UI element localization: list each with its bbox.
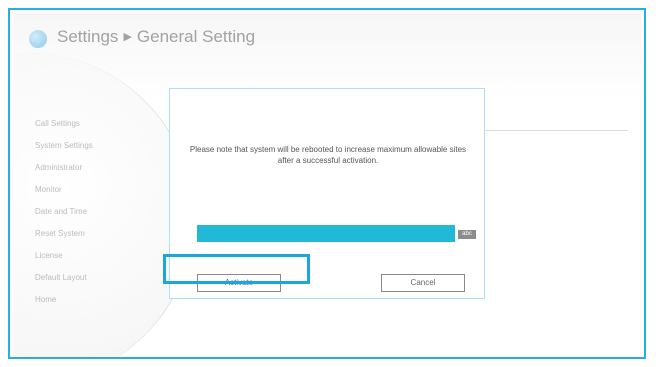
page-title: Settings ▶ General Setting — [57, 27, 255, 47]
breadcrumb-current: General Setting — [136, 27, 256, 46]
sidebar-item-date-and-time[interactable]: Date and Time — [35, 201, 93, 223]
sidebar-item-system-settings[interactable]: System Settings — [35, 135, 93, 157]
license-key-input[interactable] — [197, 225, 455, 242]
sidebar-item-default-layout[interactable]: Default Layout — [35, 267, 93, 289]
sidebar-item-call-settings[interactable]: Call Settings — [35, 113, 93, 135]
breadcrumb-root[interactable]: Settings — [57, 27, 118, 46]
logo-icon — [29, 30, 47, 48]
cancel-button[interactable]: Cancel — [381, 274, 465, 292]
dialog-message: Please note that system will be rebooted… — [189, 145, 467, 165]
activate-button[interactable]: Activate — [197, 274, 281, 292]
sidebar-nav: Call Settings System Settings Administra… — [35, 113, 93, 311]
sidebar-item-home[interactable]: Home — [35, 289, 93, 311]
screen-frame: Settings ▶ General Setting Call Settings S… — [8, 8, 646, 359]
sidebar-item-license[interactable]: License — [35, 245, 93, 267]
input-mode-badge: abc — [458, 230, 476, 239]
sidebar-item-monitor[interactable]: Monitor — [35, 179, 93, 201]
breadcrumb-separator-icon: ▶ — [123, 31, 132, 43]
license-activation-dialog: Please note that system will be rebooted… — [169, 88, 485, 299]
sidebar-item-reset-system[interactable]: Reset System — [35, 223, 93, 245]
sidebar-item-administrator[interactable]: Administrator — [35, 157, 93, 179]
background-divider — [483, 130, 628, 131]
settings-screen: Settings ▶ General Setting Call Settings S… — [13, 13, 641, 356]
